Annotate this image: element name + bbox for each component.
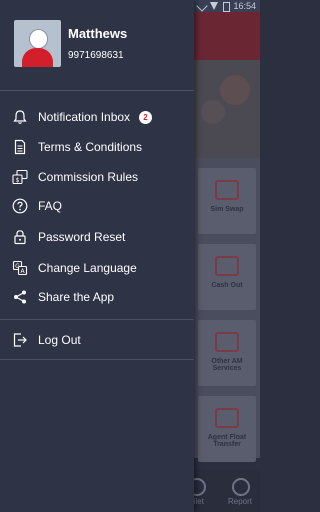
wifi-icon xyxy=(210,2,218,10)
menu-item-notification-inbox[interactable]: Notification Inbox 2 xyxy=(0,102,194,132)
nav-report[interactable]: Report xyxy=(228,497,252,506)
menu-item-faq[interactable]: FAQ xyxy=(0,191,194,221)
share-icon xyxy=(12,289,28,305)
signal-icon xyxy=(196,0,208,12)
menu-item-terms-conditions[interactable]: Terms & Conditions xyxy=(0,132,194,162)
wallet-icon xyxy=(215,256,239,276)
divider xyxy=(0,319,194,320)
commission-icon: $ xyxy=(12,169,28,185)
user-phone: 9971698631 xyxy=(68,50,124,61)
menu-item-label: Password Reset xyxy=(38,230,126,244)
status-time: 16:54 xyxy=(233,1,256,11)
user-name: Matthews xyxy=(68,26,128,41)
menu-item-label: Share the App xyxy=(38,290,115,304)
tile-sim-swap[interactable]: Sim Swap xyxy=(198,168,256,234)
tile-cash-out[interactable]: Cash Out xyxy=(198,244,256,310)
profile-header: Matthews 9971698631 xyxy=(0,0,194,90)
menu-item-share-app[interactable]: Share the App xyxy=(0,282,194,312)
transfer-icon xyxy=(215,408,239,428)
menu-item-commission-rules[interactable]: $ Commission Rules xyxy=(0,162,194,192)
notification-count-badge: 2 xyxy=(139,111,152,124)
menu-item-label: Notification Inbox xyxy=(38,110,131,124)
svg-text:$: $ xyxy=(16,177,20,184)
menu-item-label: Commission Rules xyxy=(38,170,139,184)
menu-item-label: Log Out xyxy=(38,333,81,347)
menu-item-label: Change Language xyxy=(38,261,137,275)
language-icon: GA xyxy=(12,260,28,276)
navigation-drawer: Matthews 9971698631 Notification Inbox 2… xyxy=(0,0,194,512)
document-icon xyxy=(12,139,28,155)
battery-icon xyxy=(223,2,230,12)
sim-icon xyxy=(215,180,239,200)
menu-item-password-reset[interactable]: Password Reset xyxy=(0,222,194,252)
menu-item-label: Terms & Conditions xyxy=(38,140,143,154)
menu-item-change-language[interactable]: GA Change Language xyxy=(0,253,194,283)
bell-icon xyxy=(12,109,28,125)
menu-item-label: FAQ xyxy=(38,199,63,213)
logout-icon xyxy=(12,332,28,348)
divider xyxy=(0,359,194,360)
avatar xyxy=(14,20,61,67)
services-icon xyxy=(215,332,239,352)
question-icon xyxy=(12,198,28,214)
divider xyxy=(0,90,194,91)
report-icon xyxy=(232,478,250,496)
tile-other-am-services[interactable]: Other AM Services xyxy=(198,320,256,386)
menu-item-logout[interactable]: Log Out xyxy=(0,325,194,355)
tile-agent-float-transfer[interactable]: Agent Float Transfer xyxy=(198,396,256,462)
lock-icon xyxy=(12,229,28,245)
